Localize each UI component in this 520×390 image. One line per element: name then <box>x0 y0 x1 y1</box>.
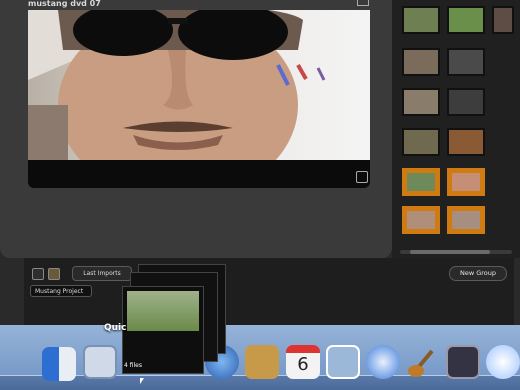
video-image <box>28 10 370 160</box>
clip-thumbnail[interactable] <box>402 48 440 76</box>
drag-card-front <box>122 286 204 374</box>
itunes-icon[interactable] <box>366 345 400 379</box>
clip-thumbnail[interactable] <box>492 6 514 34</box>
address-book-icon[interactable] <box>245 345 279 379</box>
ical-icon[interactable]: 6 <box>286 345 320 379</box>
file-count-label: 4 files <box>124 362 142 369</box>
iphoto-icon[interactable] <box>326 345 360 379</box>
clip-thumbnail[interactable] <box>447 6 485 34</box>
dock-tooltip: Quic <box>104 323 127 333</box>
video-frame[interactable] <box>28 10 370 160</box>
clip-thumbnail-selected[interactable] <box>402 206 440 234</box>
clip-thumbnail[interactable] <box>447 88 485 116</box>
list-view-button[interactable] <box>32 268 44 280</box>
viewer-title: mustang dvd 07 <box>28 0 101 8</box>
clip-thumbnail[interactable] <box>402 6 440 34</box>
clip-thumbnail-selected[interactable] <box>447 206 485 234</box>
video-controls <box>28 160 370 188</box>
ichat-icon[interactable] <box>486 345 520 379</box>
clip-thumbnail-selected[interactable] <box>402 168 440 196</box>
mouse-cursor <box>140 378 144 384</box>
finder-icon[interactable] <box>42 347 76 381</box>
sidebar-scrollbar-thumb[interactable] <box>410 250 490 254</box>
dragged-clips[interactable] <box>120 264 226 374</box>
thumbnail-sidebar <box>392 0 520 258</box>
garageband-icon[interactable] <box>406 345 440 379</box>
clip-thumbnail[interactable] <box>447 48 485 76</box>
clip-thumbnail-selected[interactable] <box>447 168 485 196</box>
resize-icon[interactable] <box>357 0 369 6</box>
fullscreen-icon[interactable] <box>356 171 368 183</box>
project-item[interactable]: Mustang Project <box>30 285 92 297</box>
clip-thumbnail[interactable] <box>447 128 485 156</box>
new-group-button[interactable]: New Group <box>449 266 507 281</box>
event-view-button[interactable] <box>48 268 60 280</box>
clip-thumbnail[interactable] <box>402 128 440 156</box>
expose-icon[interactable] <box>446 345 480 379</box>
mail-icon[interactable] <box>83 345 117 379</box>
clip-thumbnail[interactable] <box>402 88 440 116</box>
